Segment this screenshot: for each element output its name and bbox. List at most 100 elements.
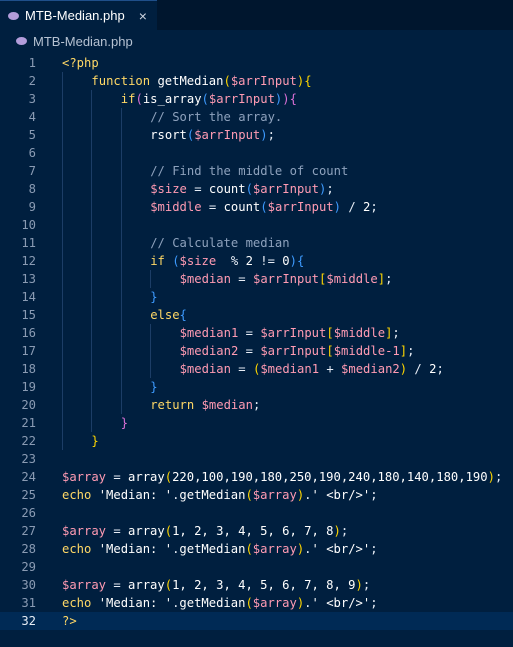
code-line[interactable]: 15 else{: [0, 306, 513, 324]
code-line[interactable]: 4 // Sort the array.: [0, 108, 513, 126]
code-token: ): [260, 128, 268, 142]
code-line[interactable]: 19}: [0, 378, 513, 396]
code-line[interactable]: 11 // Calculate median: [0, 234, 513, 252]
indent-guide: [120, 108, 122, 126]
code-line[interactable]: 22}: [0, 432, 513, 450]
code-token: $median2: [179, 344, 239, 358]
code-line[interactable]: 24 $array = array(220,100,190,180,250,190…: [0, 468, 513, 486]
code-line[interactable]: 2 function getMedian($arrInput){: [0, 72, 513, 90]
code-token: ?>: [62, 614, 77, 628]
code-line[interactable]: 25 echo 'Median: '.getMedian($array).' <b…: [0, 486, 513, 504]
code-token: =: [230, 362, 253, 376]
code-line[interactable]: 28 echo 'Median: '.getMedian($array).' <b…: [0, 540, 513, 558]
code-line[interactable]: 7 // Find the middle of count: [0, 162, 513, 180]
code-line[interactable]: 16 $median1 = $arrInput[$middle];: [0, 324, 513, 342]
code-line[interactable]: 32 ?>: [0, 612, 513, 630]
indent-guide: [62, 108, 63, 126]
code-text: echo 'Median: '.getMedian($array).' <br/…: [62, 594, 378, 612]
code-token: function: [91, 74, 158, 88]
code-line[interactable]: 30 $array = array(1, 2, 3, 4, 5, 6, 7, 8,…: [0, 576, 513, 594]
line-number: 31: [21, 596, 36, 610]
code-line[interactable]: 17 $median2 = $arrInput[$middle-1];: [0, 342, 513, 360]
code-token: (: [172, 254, 180, 268]
code-text: $middle = count($arrInput) / 2;: [150, 198, 378, 216]
code-token: .: [304, 488, 312, 502]
code-token: =: [201, 200, 224, 214]
code-line[interactable]: 6: [0, 144, 513, 162]
indent-guide: [62, 378, 63, 396]
line-number: 13: [21, 272, 36, 286]
code-text: $median = ($median1 + $median2) / 2;: [180, 360, 444, 378]
code-token: =: [106, 524, 129, 538]
code-line[interactable]: 12 if ($size % 2 != 0){: [0, 252, 513, 270]
code-line[interactable]: 3 if(is_array($arrInput)){: [0, 90, 513, 108]
code-token: $array: [62, 578, 107, 592]
code-text: echo 'Median: '.getMedian($array).' <br/…: [62, 486, 378, 504]
code-token: }: [150, 380, 158, 394]
code-token: ;: [436, 362, 444, 376]
code-token: ): [333, 524, 341, 538]
code-token: ;: [252, 398, 261, 412]
line-number: 28: [21, 542, 36, 556]
tab-mtb-median[interactable]: MTB-Median.php ×: [0, 0, 157, 30]
indent-guide: [62, 360, 63, 378]
code-line[interactable]: 27 $array = array(1, 2, 3, 4, 5, 6, 7, 8)…: [0, 522, 513, 540]
code-line[interactable]: 26: [0, 504, 513, 522]
indent-guide: [91, 360, 93, 378]
code-line[interactable]: 10: [0, 216, 513, 234]
indent-guide: [62, 270, 63, 288]
code-line[interactable]: 18 $median = ($median1 + $median2) / 2;: [0, 360, 513, 378]
code-token: (: [245, 596, 253, 610]
code-token: (: [245, 182, 253, 196]
code-line[interactable]: 13 $median = $arrInput[$middle];: [0, 270, 513, 288]
code-line[interactable]: 5 rsort($arrInput);: [0, 126, 513, 144]
indent-guide: [62, 198, 63, 216]
indent-guide: [91, 414, 93, 432]
code-line[interactable]: 1 <?php: [0, 54, 513, 72]
code-token: count: [223, 200, 261, 214]
indent-guide: [62, 288, 63, 306]
code-text: ?>: [62, 612, 77, 630]
code-text: $median = $arrInput[$middle];: [180, 270, 393, 288]
code-token: $middle: [333, 326, 386, 340]
line-number: 11: [21, 236, 36, 250]
line-number: 2: [28, 74, 36, 88]
code-token: (: [245, 542, 253, 556]
code-token: ): [355, 578, 363, 592]
indent-guide: [120, 234, 122, 252]
code-editor[interactable]: 1 <?php 2 function getMedian($arrInput){3 if…: [0, 54, 513, 630]
code-token: }: [91, 434, 99, 448]
code-line[interactable]: 8 $size = count($arrInput);: [0, 180, 513, 198]
code-token: .: [304, 542, 312, 556]
tab-title: MTB-Median.php: [25, 8, 125, 23]
code-token: {: [179, 308, 187, 322]
code-token: $median: [179, 362, 231, 376]
code-text: // Sort the array.: [150, 108, 282, 126]
code-line[interactable]: 9 $middle = count($arrInput) / 2;: [0, 198, 513, 216]
close-icon[interactable]: ×: [139, 9, 147, 23]
code-token: =: [106, 578, 129, 592]
code-token: (: [245, 488, 253, 502]
indent-guide: [91, 288, 93, 306]
code-token: $middle-1: [333, 344, 400, 358]
code-token: {: [296, 254, 305, 268]
code-line[interactable]: 20 return $median;: [0, 396, 513, 414]
breadcrumb-file[interactable]: MTB-Median.php: [33, 34, 133, 49]
code-line[interactable]: 29: [0, 558, 513, 576]
code-token: <?php: [62, 56, 99, 70]
code-line[interactable]: 23: [0, 450, 513, 468]
line-number: 5: [28, 128, 36, 142]
code-token: $arrInput: [260, 344, 327, 358]
code-token: $array: [62, 524, 107, 538]
code-token: $array: [62, 470, 107, 484]
indent-guide: [120, 378, 122, 396]
code-line[interactable]: 21}: [0, 414, 513, 432]
code-token: ): [399, 362, 408, 376]
code-token: /: [341, 200, 364, 214]
code-line[interactable]: 31 echo 'Median: '.getMedian($array).' <b…: [0, 594, 513, 612]
code-token: $arrInput: [194, 128, 261, 142]
code-token: getMedian: [179, 596, 246, 610]
code-token: 220,100,190,180,250,190,240,180,140,180,…: [172, 470, 488, 484]
code-line[interactable]: 14}: [0, 288, 513, 306]
code-token: [: [326, 326, 334, 340]
